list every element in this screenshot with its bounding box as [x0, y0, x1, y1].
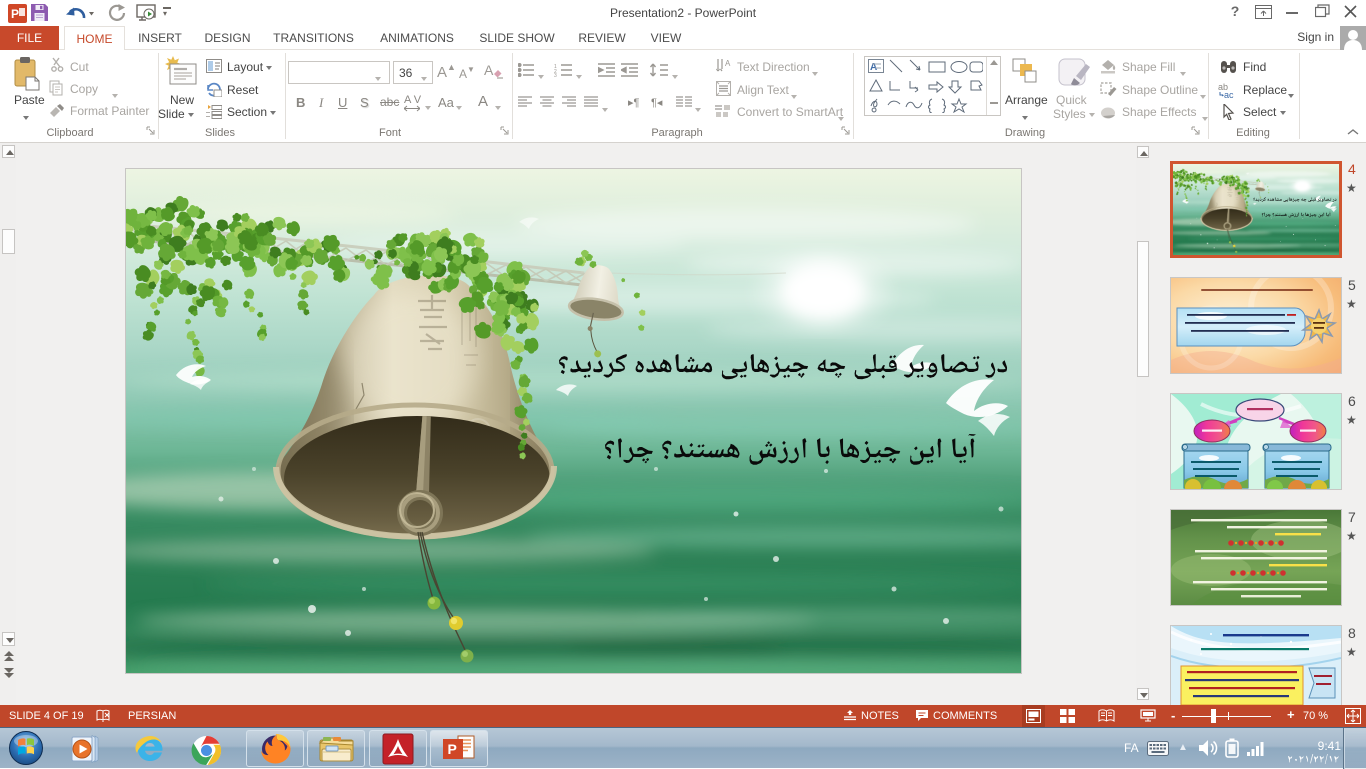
- svg-text:ac: ac: [1224, 90, 1234, 99]
- svg-text:A: A: [725, 59, 731, 68]
- svg-text:P: P: [448, 741, 457, 757]
- svg-text:A: A: [484, 62, 494, 78]
- svg-text:3: 3: [554, 73, 557, 77]
- svg-text:P: P: [11, 7, 19, 21]
